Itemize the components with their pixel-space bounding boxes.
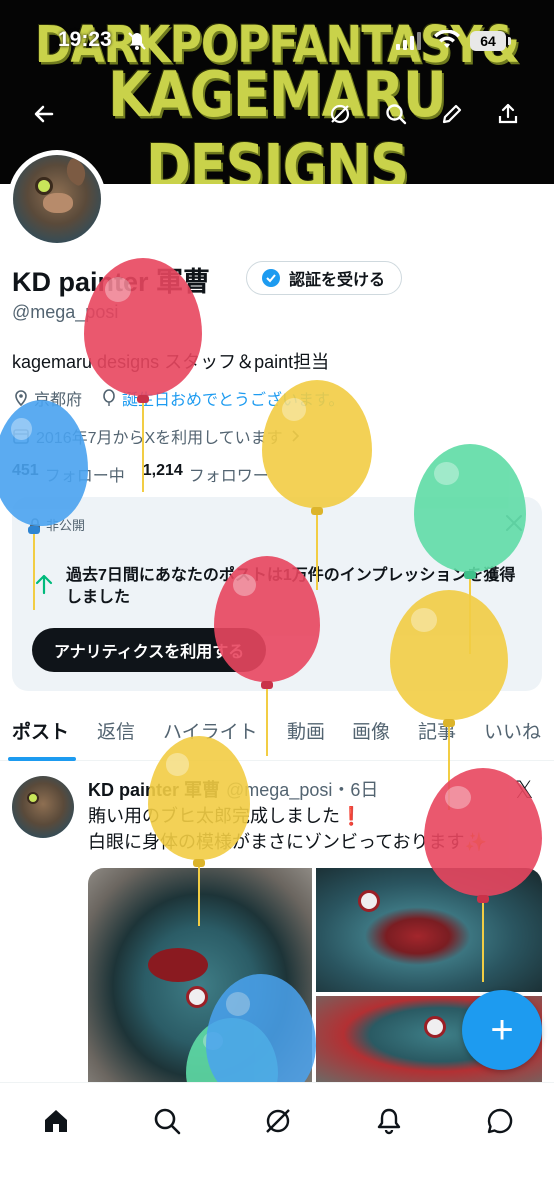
balloon-red-3 xyxy=(424,768,542,982)
arrow-left-icon xyxy=(34,105,54,123)
edit-button[interactable] xyxy=(434,96,470,132)
status-time: 19:23 xyxy=(58,28,112,51)
post-avatar[interactable] xyxy=(12,776,74,838)
nav-search[interactable] xyxy=(147,1101,187,1141)
avatar xyxy=(13,155,101,243)
battery-cap xyxy=(508,37,511,45)
search-icon xyxy=(386,104,407,125)
messages-icon xyxy=(487,1108,513,1134)
bottom-navigation xyxy=(0,1082,554,1200)
balloon-blue-2 xyxy=(206,974,316,1104)
balloon-red xyxy=(84,258,202,492)
balloon-red-2 xyxy=(214,556,320,756)
verified-badge-icon xyxy=(262,269,280,287)
pencil-icon xyxy=(442,104,462,124)
get-verified-label: 認証を受ける xyxy=(289,272,386,289)
status-bar: 19:23 64 xyxy=(0,26,554,56)
tab-posts[interactable]: ポスト xyxy=(12,717,69,744)
get-verified-button[interactable]: 認証を受ける xyxy=(246,261,403,295)
back-button[interactable] xyxy=(26,96,62,132)
grok-icon xyxy=(266,1109,290,1133)
balloon-yellow-3 xyxy=(148,736,250,926)
share-icon xyxy=(498,103,518,124)
tab-replies[interactable]: 返信 xyxy=(97,717,135,744)
home-icon xyxy=(45,1110,67,1132)
search-icon xyxy=(154,1108,181,1135)
notifications-icon xyxy=(377,1108,401,1135)
profile-avatar[interactable] xyxy=(8,150,106,248)
profile-banner: DARKPOPFANTASY& KAGEMARU DESIGNS 19:23 6… xyxy=(0,0,554,184)
share-button[interactable] xyxy=(490,96,526,132)
silent-bell-icon xyxy=(128,32,146,50)
nav-home[interactable] xyxy=(36,1101,76,1141)
grok-icon xyxy=(330,104,350,124)
battery-indicator: 64 xyxy=(470,31,506,51)
nav-grok[interactable] xyxy=(258,1101,298,1141)
search-button[interactable] xyxy=(378,96,414,132)
wifi-icon xyxy=(434,30,460,48)
signal-icon xyxy=(396,32,421,50)
tab-indicator xyxy=(8,757,76,761)
tab-photos[interactable]: 画像 xyxy=(352,717,390,744)
grok-button[interactable] xyxy=(322,96,358,132)
balloon-blue xyxy=(0,400,88,610)
nav-messages[interactable] xyxy=(480,1101,520,1141)
nav-notifications[interactable] xyxy=(369,1101,409,1141)
compose-post-button[interactable]: + xyxy=(462,990,542,1070)
